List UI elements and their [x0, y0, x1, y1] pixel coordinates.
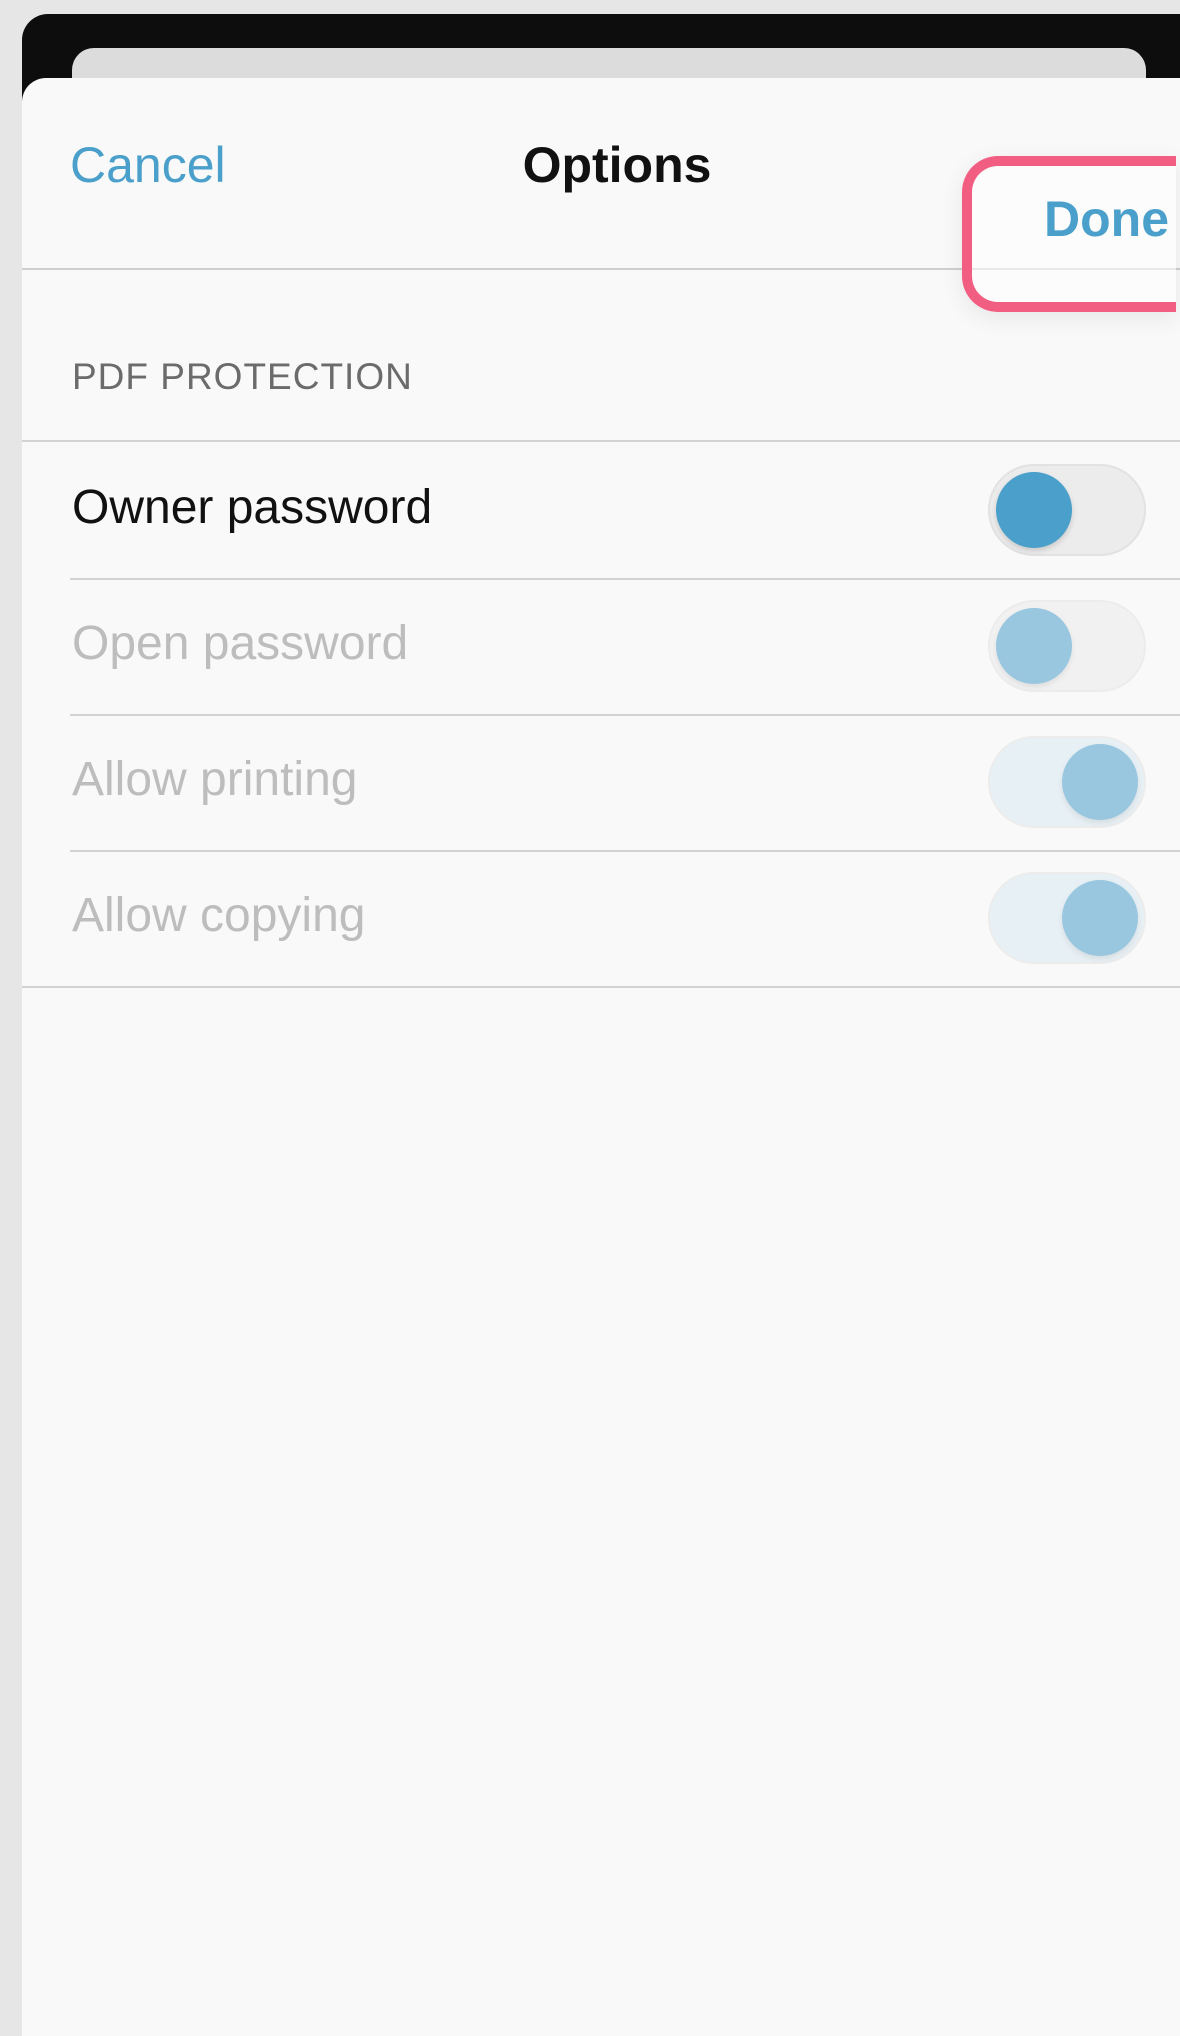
- row-open-password: Open password: [22, 578, 1180, 714]
- section-header: PDF PROTECTION: [72, 356, 413, 397]
- owner-password-toggle[interactable]: [988, 464, 1146, 556]
- open-password-toggle[interactable]: [988, 600, 1146, 692]
- row-label: Open password: [72, 617, 409, 670]
- toggle-knob: [1062, 744, 1138, 820]
- allow-printing-toggle[interactable]: [988, 736, 1146, 828]
- device-frame: Cancel Options Done PDF PROTECTION Owner…: [22, 14, 1180, 2036]
- done-button-highlight[interactable]: Done: [962, 156, 1176, 312]
- row-owner-password: Owner password: [22, 442, 1180, 578]
- allow-copying-toggle[interactable]: [988, 872, 1146, 964]
- settings-list: Owner password Open password Allow print…: [22, 440, 1180, 988]
- row-label: Allow copying: [72, 889, 366, 942]
- done-button[interactable]: Done: [1044, 190, 1169, 248]
- row-allow-copying: Allow copying: [22, 850, 1180, 986]
- row-allow-printing: Allow printing: [22, 714, 1180, 850]
- toggle-knob: [1062, 880, 1138, 956]
- row-label: Allow printing: [72, 753, 358, 806]
- options-sheet: Cancel Options Done PDF PROTECTION Owner…: [22, 78, 1180, 2036]
- toggle-knob: [996, 472, 1072, 548]
- row-label: Owner password: [72, 481, 433, 534]
- toggle-knob: [996, 608, 1072, 684]
